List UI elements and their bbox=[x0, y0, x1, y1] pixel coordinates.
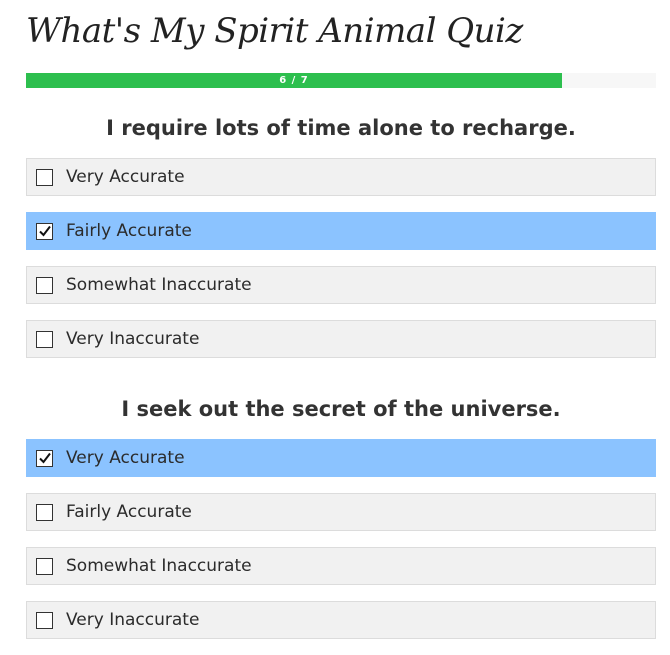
answer-label: Fairly Accurate bbox=[66, 502, 192, 522]
answer-option-very-inaccurate[interactable]: Very Inaccurate bbox=[26, 320, 656, 358]
answer-label: Somewhat Inaccurate bbox=[66, 275, 252, 295]
progress-bar-fill: 6 / 7 bbox=[26, 73, 562, 88]
progress-bar: 6 / 7 bbox=[26, 73, 656, 88]
checkbox[interactable] bbox=[36, 276, 53, 294]
checkbox[interactable] bbox=[36, 168, 53, 186]
progress-label: 6 / 7 bbox=[279, 75, 309, 86]
checkmark-icon bbox=[38, 225, 51, 237]
checkbox[interactable] bbox=[36, 222, 53, 240]
answer-option-very-accurate[interactable]: Very Accurate bbox=[26, 158, 656, 196]
checkbox[interactable] bbox=[36, 449, 53, 467]
answer-label: Very Inaccurate bbox=[66, 610, 200, 630]
checkmark-icon bbox=[38, 452, 51, 464]
question-title: I seek out the secret of the universe. bbox=[121, 397, 561, 421]
answer-option-very-accurate[interactable]: Very Accurate bbox=[26, 439, 656, 477]
answer-label: Somewhat Inaccurate bbox=[66, 556, 252, 576]
question-title: I require lots of time alone to recharge… bbox=[106, 116, 576, 140]
answer-option-fairly-accurate[interactable]: Fairly Accurate bbox=[26, 493, 656, 531]
answer-label: Very Inaccurate bbox=[66, 329, 200, 349]
answer-list: Very Accurate Fairly Accurate Somewhat I… bbox=[26, 158, 656, 374]
checkbox[interactable] bbox=[36, 611, 53, 629]
answer-list: Very Accurate Fairly Accurate Somewhat I… bbox=[26, 439, 656, 655]
answer-option-very-inaccurate[interactable]: Very Inaccurate bbox=[26, 601, 656, 639]
answer-label: Fairly Accurate bbox=[66, 221, 192, 241]
quiz-title: What's My Spirit Animal Quiz bbox=[26, 11, 523, 51]
answer-label: Very Accurate bbox=[66, 167, 185, 187]
answer-option-somewhat-inaccurate[interactable]: Somewhat Inaccurate bbox=[26, 547, 656, 585]
checkbox[interactable] bbox=[36, 557, 53, 575]
checkbox[interactable] bbox=[36, 503, 53, 521]
answer-label: Very Accurate bbox=[66, 448, 185, 468]
checkbox[interactable] bbox=[36, 330, 53, 348]
answer-option-fairly-accurate[interactable]: Fairly Accurate bbox=[26, 212, 656, 250]
answer-option-somewhat-inaccurate[interactable]: Somewhat Inaccurate bbox=[26, 266, 656, 304]
